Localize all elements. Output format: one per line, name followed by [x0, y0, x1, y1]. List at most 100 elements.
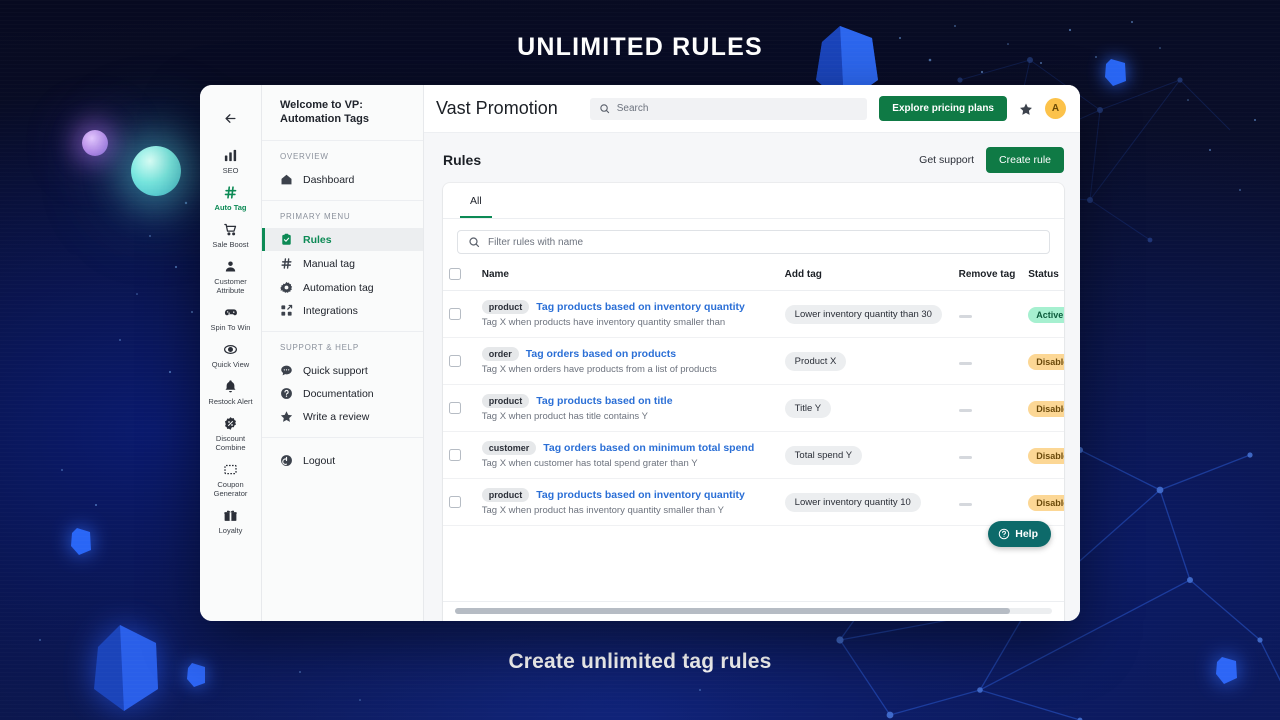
- sidebar-group-caption: SUPPORT & HELP: [262, 343, 423, 359]
- sidebar-item-write-a-review[interactable]: Write a review: [262, 405, 423, 428]
- table-row[interactable]: productTag products based on title Tag X …: [443, 385, 1064, 432]
- row-select-cell: [443, 338, 476, 385]
- help-button[interactable]: Help: [988, 521, 1051, 547]
- back-button[interactable]: [200, 94, 262, 142]
- gift-icon: [223, 507, 238, 524]
- avatar[interactable]: A: [1045, 98, 1066, 119]
- rule-description: Tag X when product has title contains Y: [482, 411, 773, 422]
- sidebar-group: Logout: [262, 438, 423, 481]
- sidebar-group: PRIMARY MENURulesManual tagAutomation ta…: [262, 201, 423, 332]
- column-header-name: Name: [476, 264, 779, 291]
- rail-item-discount-combine[interactable]: Discount Combine: [200, 410, 262, 456]
- empty-dash-icon: [959, 362, 972, 365]
- rule-description: Tag X when orders have products from a l…: [482, 364, 773, 375]
- rule-kind-pill: product: [482, 488, 530, 502]
- sidebar-item-automation-tag[interactable]: Automation tag: [262, 276, 423, 299]
- table-row[interactable]: customer Tag orders based on minimum tota…: [443, 432, 1064, 479]
- row-checkbox[interactable]: [449, 496, 461, 508]
- status-cell: Disable: [1022, 479, 1064, 526]
- sidebar-item-label: Integrations: [303, 305, 358, 317]
- rules-table-scroll[interactable]: Name Add tag Remove tag Status L product…: [443, 264, 1064, 601]
- app-title: Vast Promotion: [436, 98, 558, 119]
- search-input[interactable]: Search: [590, 98, 868, 120]
- rail-item-label: Spin To Win: [211, 323, 251, 332]
- rule-title-line: productTag products based on inventory q…: [482, 300, 773, 314]
- sidebar-item-logout[interactable]: Logout: [262, 449, 423, 472]
- remove-tag-cell: [953, 479, 1023, 526]
- rule-name-link[interactable]: Tag products based on inventory quantity: [536, 301, 745, 313]
- column-header-remove-tag: Remove tag: [953, 264, 1023, 291]
- sidebar-item-label: Logout: [303, 455, 335, 467]
- add-tag-cell: Lower inventory quantity 10: [779, 479, 953, 526]
- sidebar-item-label: Dashboard: [303, 174, 354, 186]
- sidebar-item-integrations[interactable]: Integrations: [262, 299, 423, 322]
- rail-item-seo[interactable]: SEO: [200, 142, 262, 179]
- page-header: Rules Get support Create rule: [424, 133, 1080, 183]
- rule-name-cell: order Tag orders based on products Tag X w…: [476, 338, 779, 385]
- rail-item-auto-tag[interactable]: Auto Tag: [200, 179, 262, 216]
- sidebar-item-label: Documentation: [303, 388, 374, 400]
- column-header-add-tag: Add tag: [779, 264, 953, 291]
- rule-title-line: productTag products based on title: [482, 394, 773, 408]
- rule-kind-pill: order: [482, 347, 519, 361]
- rail-item-customer-attribute[interactable]: Customer Attribute: [200, 253, 262, 299]
- scrollbar-thumb[interactable]: [455, 608, 1010, 614]
- sidebar-group: SUPPORT & HELPQuick support Documentation…: [262, 332, 423, 438]
- rail-item-quick-view[interactable]: Quick View: [200, 336, 262, 373]
- table-row[interactable]: order Tag orders based on products Tag X w…: [443, 338, 1064, 385]
- table-row[interactable]: product Tag products based on inventory q…: [443, 479, 1064, 526]
- row-checkbox[interactable]: [449, 355, 461, 367]
- remove-tag-cell: [953, 291, 1023, 338]
- select-all-checkbox[interactable]: [449, 268, 461, 280]
- rail-item-coupon-generator[interactable]: Coupon Generator: [200, 456, 262, 502]
- row-select-cell: [443, 479, 476, 526]
- rail-item-sale-boost[interactable]: Sale Boost: [200, 216, 262, 253]
- select-all-header: [443, 264, 476, 291]
- sidebar-item-quick-support[interactable]: Quick support: [262, 359, 423, 382]
- tab-all[interactable]: All: [460, 183, 492, 218]
- favorite-star-button[interactable]: [1019, 102, 1033, 116]
- app-sidebar: Welcome to VP: Automation Tags OVERVIEWD…: [262, 85, 424, 621]
- rail-item-spin-to-win[interactable]: Spin To Win: [200, 299, 262, 336]
- row-select-cell: [443, 432, 476, 479]
- get-support-link[interactable]: Get support: [919, 154, 974, 166]
- rule-name-cell: productTag products based on inventory q…: [476, 291, 779, 338]
- rule-kind-pill: customer: [482, 441, 537, 455]
- horizontal-scrollbar[interactable]: [455, 608, 1052, 614]
- remove-tag-cell: [953, 432, 1023, 479]
- sidebar-item-rules[interactable]: Rules: [262, 228, 423, 251]
- question-circle-icon: [280, 387, 293, 400]
- gear-icon: [280, 281, 293, 294]
- sidebar-item-documentation[interactable]: Documentation: [262, 382, 423, 405]
- gamepad-icon: [223, 304, 239, 321]
- add-tag-pill: Total spend Y: [785, 446, 862, 465]
- rail-item-label: SEO: [223, 166, 239, 175]
- app-main: Vast Promotion Search Explore pricing pl…: [424, 85, 1080, 621]
- row-checkbox[interactable]: [449, 449, 461, 461]
- coupon-icon: [223, 461, 238, 478]
- row-checkbox[interactable]: [449, 402, 461, 414]
- rule-name-link[interactable]: Tag products based on title: [536, 395, 672, 407]
- horizontal-scrollbar-area: [443, 601, 1064, 621]
- sidebar-item-label: Write a review: [303, 411, 369, 423]
- row-checkbox[interactable]: [449, 308, 461, 320]
- sidebar-item-manual-tag[interactable]: Manual tag: [262, 251, 423, 276]
- rule-name-link[interactable]: Tag products based on inventory quantity: [536, 489, 745, 501]
- filter-rules-input[interactable]: Filter rules with name: [457, 230, 1050, 254]
- screenshot-root: UNLIMITED RULES Create unlimited tag rul…: [0, 0, 1280, 720]
- explore-pricing-plans-button[interactable]: Explore pricing plans: [879, 96, 1007, 121]
- rule-name-link[interactable]: Tag orders based on minimum total spend: [543, 442, 754, 454]
- add-tag-pill: Lower inventory quantity than 30: [785, 305, 942, 324]
- bar-chart-icon: [223, 147, 238, 164]
- rail-item-restock-alert[interactable]: Restock Alert: [200, 373, 262, 410]
- table-row[interactable]: productTag products based on inventory q…: [443, 291, 1064, 338]
- rules-table: Name Add tag Remove tag Status L product…: [443, 264, 1064, 526]
- create-rule-button[interactable]: Create rule: [986, 147, 1064, 173]
- sidebar-item-dashboard[interactable]: Dashboard: [262, 168, 423, 191]
- rail-item-loyalty[interactable]: Loyalty: [200, 502, 262, 539]
- bell-icon: [223, 378, 238, 395]
- rail-item-label: Auto Tag: [215, 203, 247, 212]
- rail-item-label: Coupon Generator: [202, 480, 260, 498]
- rule-description: Tag X when customer has total spend grat…: [482, 458, 773, 469]
- rule-name-link[interactable]: Tag orders based on products: [526, 348, 676, 360]
